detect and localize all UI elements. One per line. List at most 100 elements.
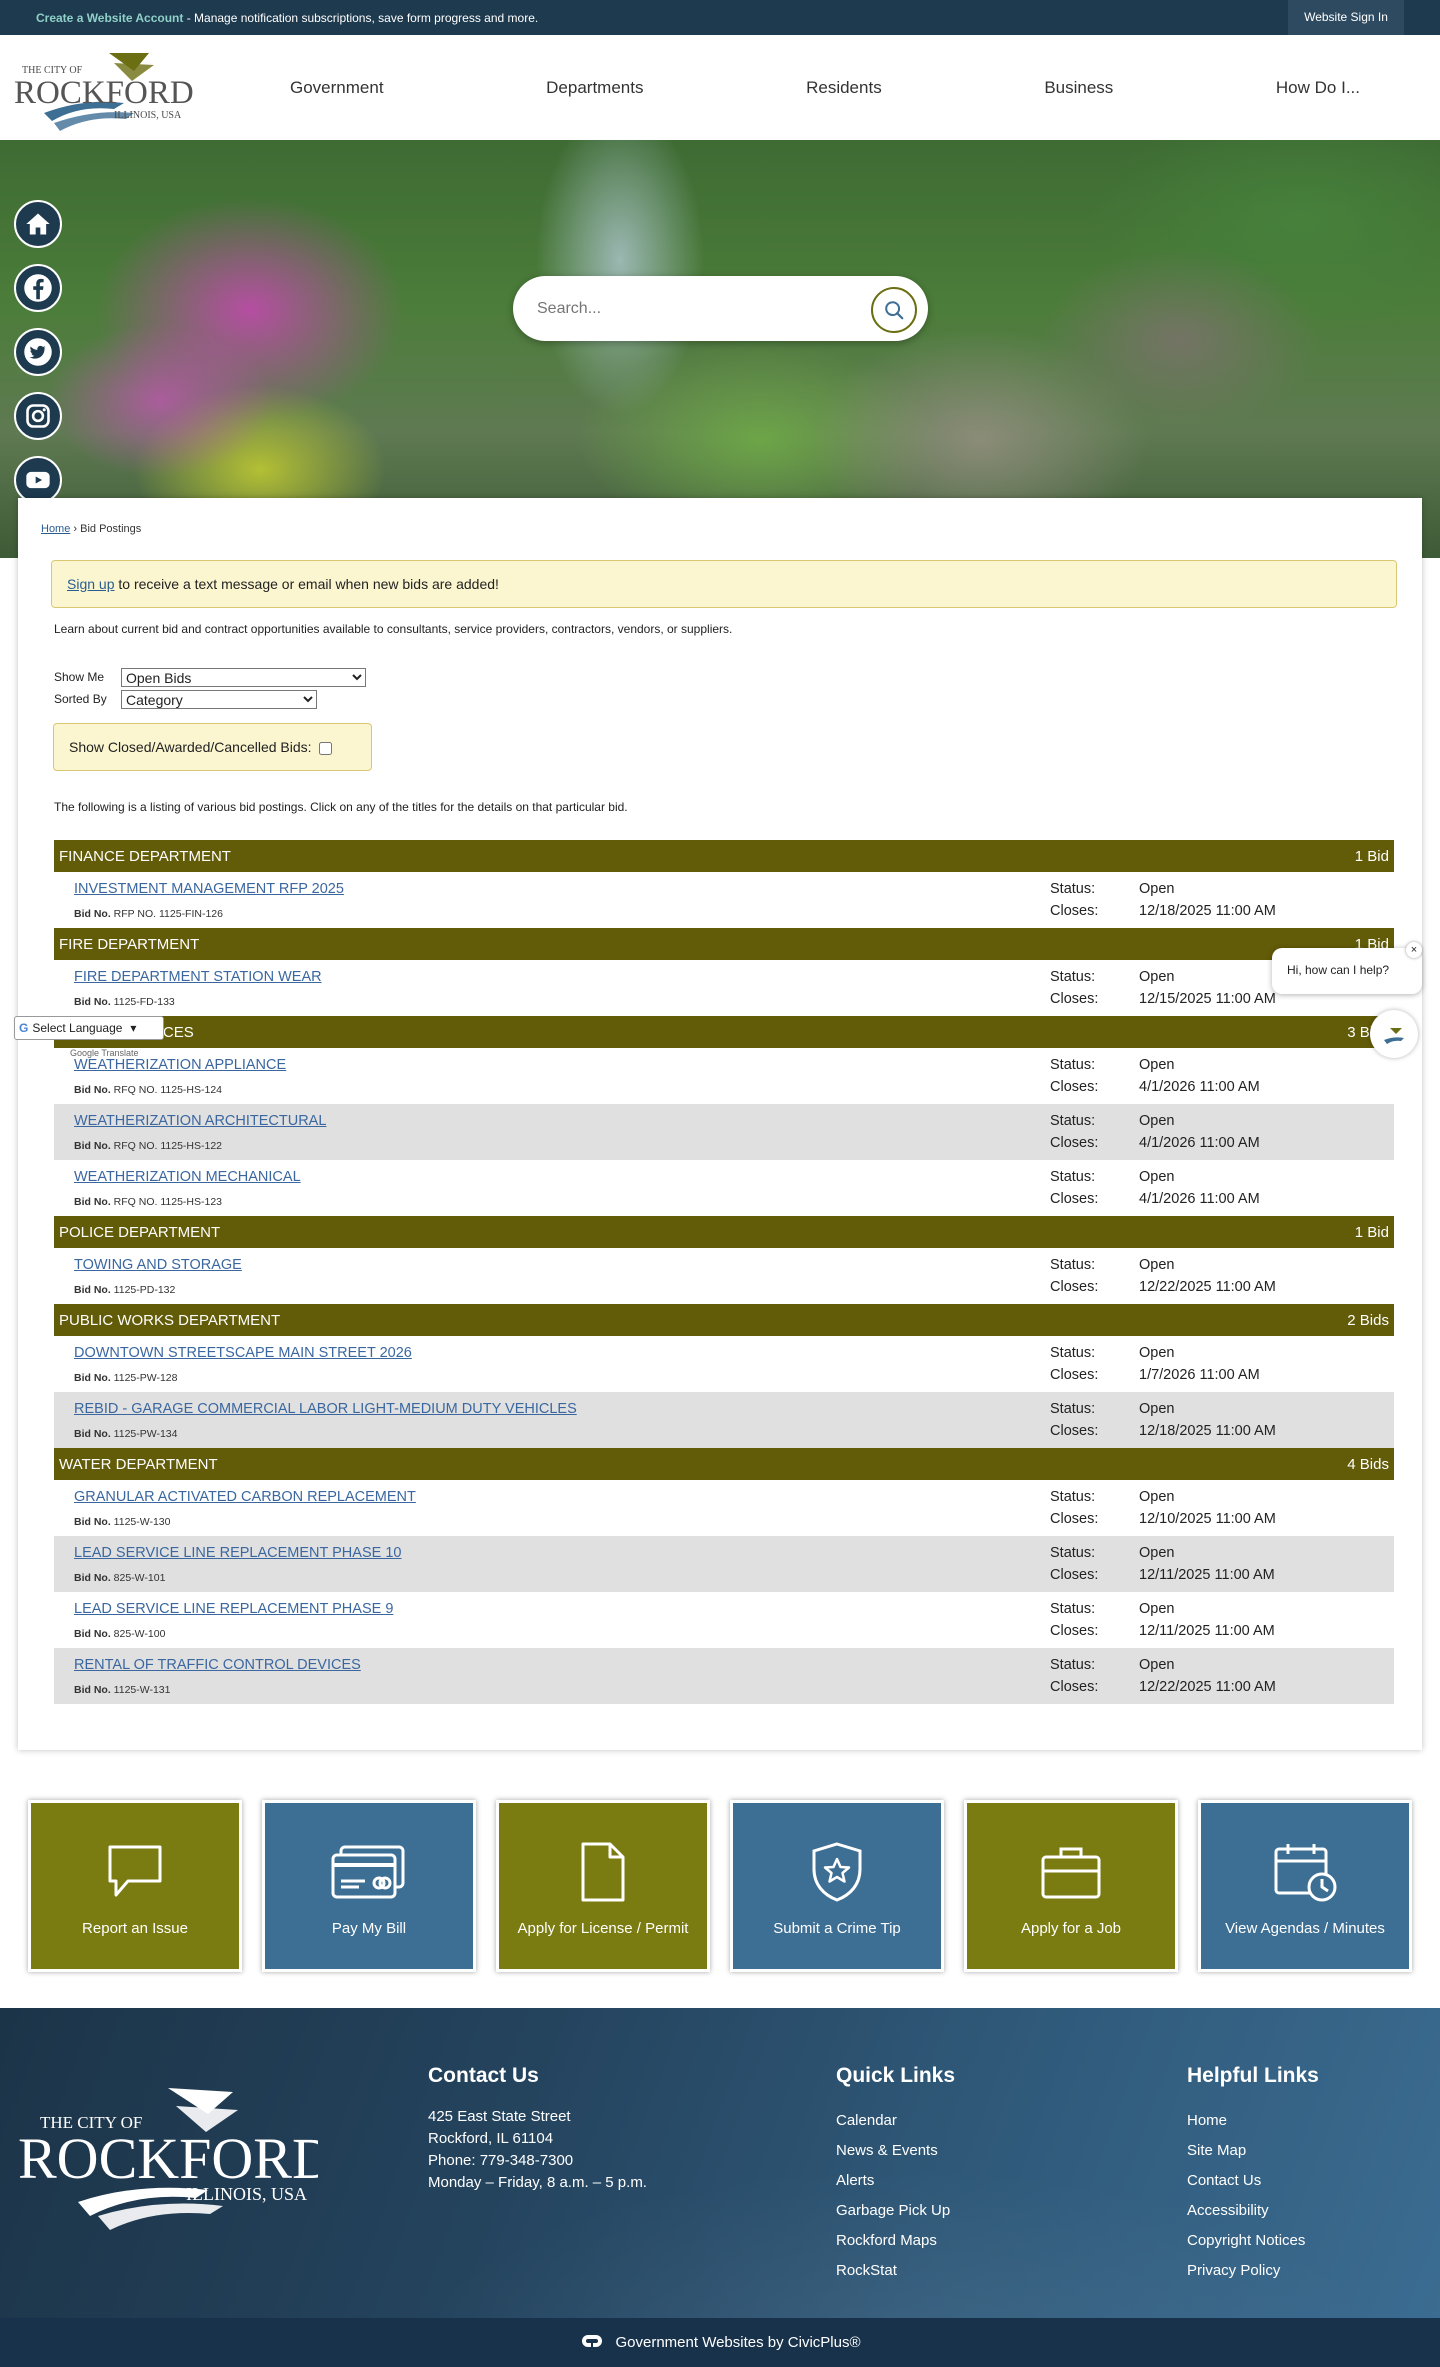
bid-number: Bid No. 825-W-100	[74, 1628, 165, 1640]
nav-departments[interactable]: Departments	[506, 78, 683, 98]
closes-value: 12/18/2025 11:00 AM	[1139, 1423, 1276, 1439]
bid-number-label: Bid No.	[74, 1140, 111, 1152]
account-message-text: - Manage notification subscriptions, sav…	[183, 11, 539, 25]
bid-title-link[interactable]: WEATHERIZATION MECHANICAL	[74, 1169, 301, 1185]
bid-row: GRANULAR ACTIVATED CARBON REPLACEMENT Bid…	[54, 1480, 1394, 1536]
bid-title-link[interactable]: WEATHERIZATION APPLIANCE	[74, 1057, 286, 1073]
bid-title-link[interactable]: LEAD SERVICE LINE REPLACEMENT PHASE 9	[74, 1601, 393, 1617]
footer-link-site-map[interactable]: Site Map	[1187, 2136, 1319, 2166]
category-name: PUBLIC WORKS DEPARTMENT	[59, 1311, 281, 1329]
tile-apply-for-job[interactable]: Apply for a Job	[964, 1800, 1178, 1972]
intro-text: Learn about current bid and contract opp…	[54, 622, 733, 636]
nav-business[interactable]: Business	[1004, 78, 1153, 98]
category-count: 1 Bid	[1354, 1223, 1389, 1241]
bid-number: Bid No. RFQ NO. 1125-HS-122	[74, 1140, 222, 1152]
nav-how-do-i[interactable]: How Do I...	[1236, 78, 1400, 98]
footer-rockford-logo[interactable]: THE CITY OF ROCKFORD ILLINOIS, USA	[18, 2082, 318, 2232]
footer-link-garbage-pick-up[interactable]: Garbage Pick Up	[836, 2196, 955, 2226]
nav-government[interactable]: Government	[250, 78, 424, 98]
footer-link-rockstat[interactable]: RockStat	[836, 2256, 955, 2286]
create-account-link[interactable]: Create a Website Account	[36, 11, 183, 25]
rockford-logo[interactable]: THE CITY OF ROCKFORD ILLINOIS, USA	[14, 43, 204, 135]
bid-number-label: Bid No.	[74, 1284, 111, 1296]
hero-banner	[0, 140, 1440, 558]
bid-title-link[interactable]: REBID - GARAGE COMMERCIAL LABOR LIGHT-ME…	[74, 1401, 577, 1417]
twitter-button[interactable]	[14, 328, 62, 376]
bid-title-link[interactable]: WEATHERIZATION ARCHITECTURAL	[74, 1113, 326, 1129]
tile-label: Pay My Bill	[331, 1920, 407, 1937]
youtube-button[interactable]	[14, 456, 62, 504]
search-icon	[885, 301, 904, 320]
bid-number-value: 825-W-101	[113, 1572, 166, 1584]
website-sign-in-button[interactable]: Website Sign In	[1288, 0, 1404, 35]
closes-label: Closes:	[1050, 1135, 1099, 1151]
show-me-select[interactable]: Open Bids	[121, 667, 366, 687]
site-header: THE CITY OF ROCKFORD ILLINOIS, USA Gover…	[0, 35, 1440, 140]
chat-avatar-button[interactable]	[1370, 1010, 1418, 1058]
civicplus-link[interactable]: Government Websites by CivicPlus®	[615, 2334, 860, 2351]
instagram-icon	[26, 404, 50, 428]
footer-link-copyright-notices[interactable]: Copyright Notices	[1187, 2226, 1319, 2256]
tile-pay-my-bill[interactable]: Pay My Bill	[262, 1800, 476, 1972]
status-value: Open	[1139, 1169, 1175, 1185]
footer-link-accessibility[interactable]: Accessibility	[1187, 2196, 1319, 2226]
bid-title-link[interactable]: RENTAL OF TRAFFIC CONTROL DEVICES	[74, 1657, 361, 1673]
bid-row: WEATHERIZATION ARCHITECTURAL Bid No. RFQ …	[54, 1104, 1394, 1160]
main-content: Home › Bid Postings Sign up to receive a…	[18, 498, 1422, 1750]
bid-number-value: 825-W-100	[113, 1628, 166, 1640]
google-translate-credit: Google Translate	[70, 1048, 139, 1058]
bid-title-link[interactable]: INVESTMENT MANAGEMENT RFP 2025	[74, 881, 344, 897]
nav-residents[interactable]: Residents	[766, 78, 922, 98]
footer-link-home[interactable]: Home	[1187, 2106, 1319, 2136]
facebook-button[interactable]	[14, 264, 62, 312]
footer-quick-links-column: Quick Links Calendar News & Events Alert…	[836, 2064, 955, 2286]
tile-report-an-issue[interactable]: Report an Issue	[28, 1800, 242, 1972]
bid-title-link[interactable]: LEAD SERVICE LINE REPLACEMENT PHASE 10	[74, 1545, 401, 1561]
tile-view-agendas-minutes[interactable]: View Agendas / Minutes	[1198, 1800, 1412, 1972]
bid-title-link[interactable]: FIRE DEPARTMENT STATION WEAR	[74, 969, 322, 985]
footer-link-rockford-maps[interactable]: Rockford Maps	[836, 2226, 955, 2256]
chat-bubble[interactable]: Hi, how can I help?	[1272, 948, 1422, 994]
home-social-button[interactable]	[14, 200, 62, 248]
status-label: Status:	[1050, 1113, 1096, 1129]
bid-number-label: Bid No.	[74, 1572, 111, 1584]
contact-heading: Contact Us	[428, 2064, 539, 2087]
quick-action-tiles: Report an Issue Pay My Bill Apply for Li…	[28, 1800, 1412, 1972]
search-button[interactable]	[871, 287, 917, 333]
account-message: Create a Website Account - Manage notifi…	[36, 11, 538, 25]
category-name: WATER DEPARTMENT	[59, 1455, 218, 1473]
signup-notice: Sign up to receive a text message or ema…	[51, 560, 1397, 608]
search-input[interactable]	[537, 294, 837, 324]
bid-title-link[interactable]: GRANULAR ACTIVATED CARBON REPLACEMENT	[74, 1489, 416, 1505]
tile-label: Apply for License / Permit	[517, 1920, 689, 1937]
bid-row: LEAD SERVICE LINE REPLACEMENT PHASE 10 Bi…	[54, 1536, 1394, 1592]
tile-submit-crime-tip[interactable]: Submit a Crime Tip	[730, 1800, 944, 1972]
footer-link-calendar[interactable]: Calendar	[836, 2106, 955, 2136]
sorted-by-select[interactable]: Category	[121, 689, 317, 709]
category-count: 4 Bids	[1347, 1455, 1389, 1473]
show-me-label: Show Me	[54, 670, 105, 684]
bid-number-value: RFP NO. 1125-FIN-126	[113, 908, 223, 920]
footer-link-privacy-policy[interactable]: Privacy Policy	[1187, 2256, 1319, 2286]
chat-close-button[interactable]: ×	[1406, 942, 1422, 958]
bid-title-link[interactable]: TOWING AND STORAGE	[74, 1257, 242, 1273]
quick-links-heading: Quick Links	[836, 2064, 956, 2087]
closes-label: Closes:	[1050, 1511, 1099, 1527]
instagram-button[interactable]	[14, 392, 62, 440]
signup-link[interactable]: Sign up	[67, 576, 114, 592]
select-language-dropdown[interactable]: G Select Language ▾	[14, 1016, 164, 1040]
closes-value: 1/7/2026 11:00 AM	[1139, 1367, 1260, 1383]
footer-link-alerts[interactable]: Alerts	[836, 2166, 955, 2196]
breadcrumb-home[interactable]: Home	[41, 523, 70, 535]
footer-link-news-events[interactable]: News & Events	[836, 2136, 955, 2166]
footer-link-contact-us[interactable]: Contact Us	[1187, 2166, 1319, 2196]
bid-row: WEATHERIZATION APPLIANCE Bid No. RFQ NO. …	[54, 1048, 1394, 1104]
category-header: FINANCE DEPARTMENT 1 Bid	[54, 840, 1394, 872]
category-count: 2 Bids	[1347, 1311, 1389, 1329]
show-closed-label: Show Closed/Awarded/Cancelled Bids:	[69, 739, 312, 755]
status-label: Status:	[1050, 1257, 1096, 1273]
tile-apply-license-permit[interactable]: Apply for License / Permit	[496, 1800, 710, 1972]
show-closed-checkbox[interactable]	[319, 741, 333, 755]
bid-title-link[interactable]: DOWNTOWN STREETSCAPE MAIN STREET 2026	[74, 1345, 412, 1361]
civicplus-credit-bar: Government Websites by CivicPlus®	[0, 2318, 1440, 2367]
